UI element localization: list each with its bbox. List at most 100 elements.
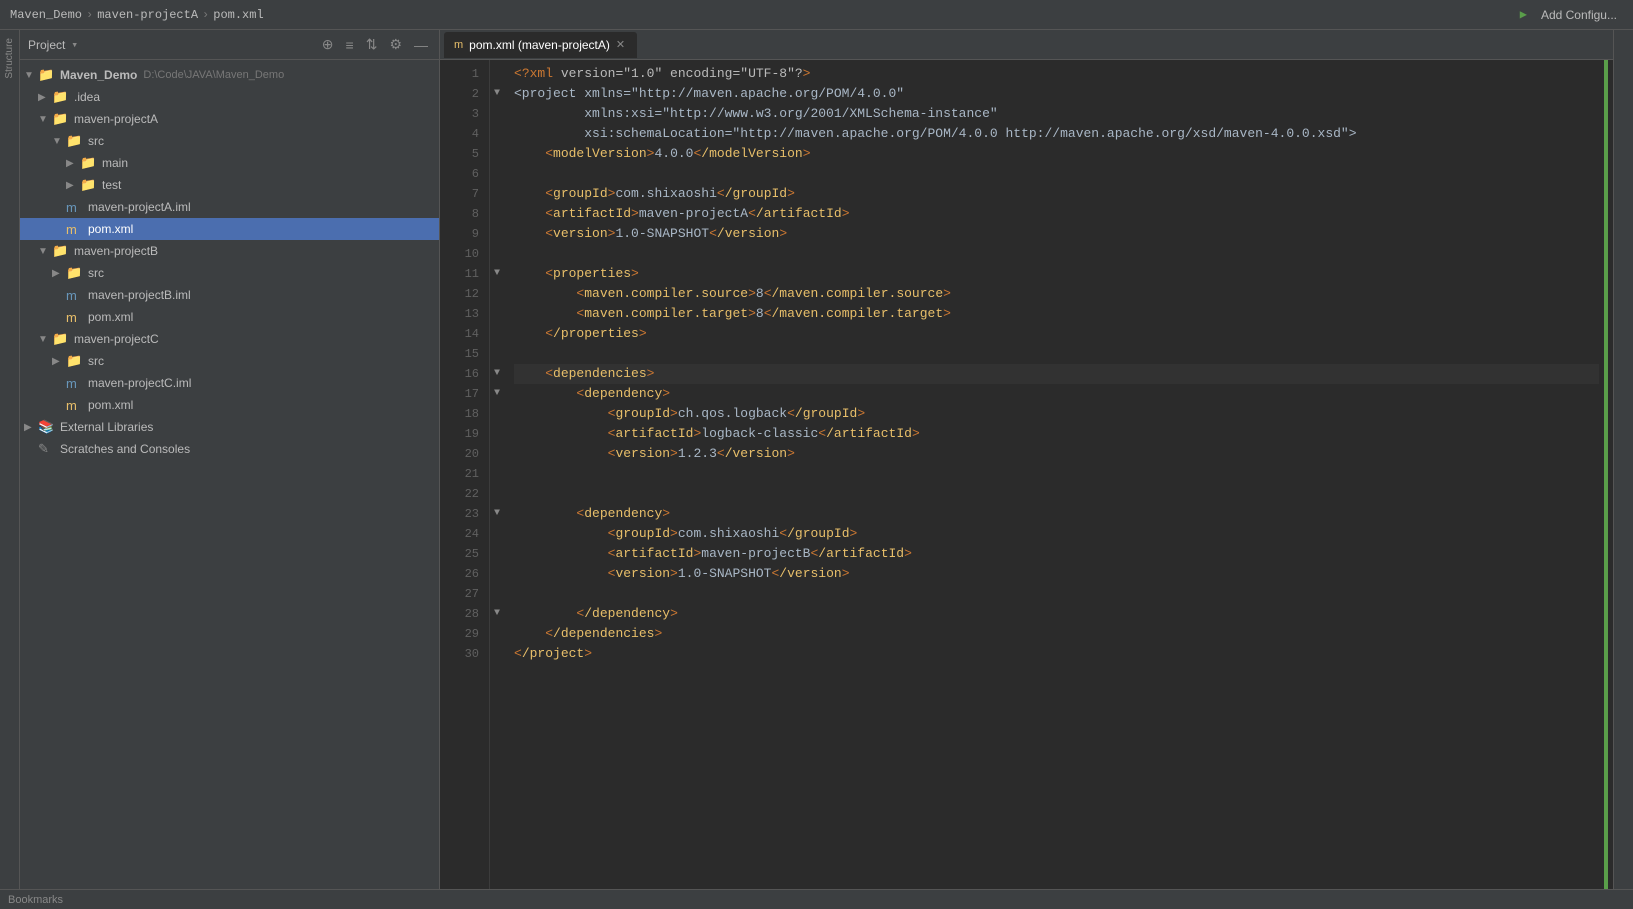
fold-icon (490, 484, 504, 504)
src-c-label: src (88, 354, 104, 368)
fold-icon[interactable]: ▼ (490, 84, 504, 104)
editor-content: 1234567891011121314151617181920212223242… (440, 60, 1613, 889)
fold-icon[interactable]: ▼ (490, 384, 504, 404)
breadcrumb-item-2[interactable]: maven-projectA (97, 8, 198, 22)
line-number: 3 (440, 104, 479, 124)
tree-item-src-b[interactable]: ▶ 📁 src (20, 262, 439, 284)
panel-list-btn[interactable]: ≡ (343, 37, 357, 53)
iml-c-label: maven-projectC.iml (88, 376, 191, 390)
arrow-maven-projectC: ▼ (38, 334, 52, 345)
panel-crosshair-btn[interactable]: ⊕ (319, 36, 337, 53)
tab-icon: m (454, 39, 463, 51)
external-libs-label: External Libraries (60, 420, 153, 434)
tree-item-main[interactable]: ▶ 📁 main (20, 152, 439, 174)
title-bar: Maven_Demo › maven-projectA › pom.xml ▶ … (0, 0, 1633, 30)
fold-icon[interactable]: ▼ (490, 364, 504, 384)
line-number: 9 (440, 224, 479, 244)
external-libs-icon: 📚 (38, 419, 56, 435)
code-line: <maven.compiler.target>8</maven.compiler… (514, 304, 1599, 324)
code-line: <artifactId>maven-projectB</artifactId> (514, 544, 1599, 564)
breadcrumb-sep-1: › (86, 8, 93, 22)
idea-label: .idea (74, 90, 100, 104)
line-number: 4 (440, 124, 479, 144)
panel-settings-btn[interactable]: ⚙ (386, 36, 405, 53)
tab-pom-xml[interactable]: m pom.xml (maven-projectA) ✕ (444, 32, 637, 58)
fold-icon (490, 144, 504, 164)
scratches-icon: ✎ (38, 441, 56, 457)
breadcrumb-item-1[interactable]: Maven_Demo (10, 8, 82, 22)
file-icon-pom-b: m (66, 310, 84, 325)
folder-icon-maven-projectC: 📁 (52, 331, 70, 347)
fold-icon (490, 644, 504, 664)
pom-a-label: pom.xml (88, 222, 133, 236)
fold-icon (490, 184, 504, 204)
arrow-idea: ▶ (38, 92, 52, 103)
tree-item-external-libs[interactable]: ▶ 📚 External Libraries (20, 416, 439, 438)
tree-item-iml-c[interactable]: m maven-projectC.iml (20, 372, 439, 394)
line-number: 27 (440, 584, 479, 604)
file-icon-iml-b: m (66, 288, 84, 303)
maven-projectB-label: maven-projectB (74, 244, 158, 258)
folder-icon-src-b: 📁 (66, 265, 84, 281)
tree-item-scratches[interactable]: ✎ Scratches and Consoles (20, 438, 439, 460)
line-number: 18 (440, 404, 479, 424)
tree-item-pom-c[interactable]: m pom.xml (20, 394, 439, 416)
tree-item-maven-projectA[interactable]: ▼ 📁 maven-projectA (20, 108, 439, 130)
main-layout: Structure Project ▾ ⊕ ≡ ⇅ ⚙ — ▼ 📁 Maven_… (0, 30, 1633, 889)
bookmarks-label[interactable]: Bookmarks (8, 894, 63, 906)
fold-gutter: ▼▼▼▼▼▼ (490, 60, 504, 889)
code-line: <properties> (514, 264, 1599, 284)
code-line: <version>1.2.3</version> (514, 444, 1599, 464)
arrow-src-c: ▶ (52, 356, 66, 367)
tree-item-src-c[interactable]: ▶ 📁 src (20, 350, 439, 372)
pom-b-label: pom.xml (88, 310, 133, 324)
tree-container[interactable]: ▼ 📁 Maven_Demo D:\Code\JAVA\Maven_Demo ▶… (20, 60, 439, 889)
code-line: <version>1.0-SNAPSHOT</version> (514, 224, 1599, 244)
tree-item-src-a[interactable]: ▼ 📁 src (20, 130, 439, 152)
tree-item-maven-projectB[interactable]: ▼ 📁 maven-projectB (20, 240, 439, 262)
code-line: xmlns:xsi="http://www.w3.org/2001/XMLSch… (514, 104, 1599, 124)
tree-item-pom-a[interactable]: m pom.xml (20, 218, 439, 240)
folder-icon-maven-projectB: 📁 (52, 243, 70, 259)
fold-icon (490, 124, 504, 144)
tree-item-iml-b[interactable]: m maven-projectB.iml (20, 284, 439, 306)
code-line (514, 344, 1599, 364)
code-line: <groupId>ch.qos.logback</groupId> (514, 404, 1599, 424)
panel-dropdown-arrow[interactable]: ▾ (71, 38, 78, 52)
tab-label: pom.xml (maven-projectA) (469, 38, 610, 52)
fold-icon[interactable]: ▼ (490, 264, 504, 284)
tree-item-test[interactable]: ▶ 📁 test (20, 174, 439, 196)
line-number: 15 (440, 344, 479, 364)
fold-icon (490, 164, 504, 184)
tree-item-pom-b[interactable]: m pom.xml (20, 306, 439, 328)
structure-tab[interactable]: Structure (0, 34, 19, 83)
maven-projectC-label: maven-projectC (74, 332, 159, 346)
code-area[interactable]: <?xml version="1.0" encoding="UTF-8"?><p… (504, 60, 1599, 889)
code-line: <artifactId>logback-classic</artifactId> (514, 424, 1599, 444)
tree-item-maven-demo[interactable]: ▼ 📁 Maven_Demo D:\Code\JAVA\Maven_Demo (20, 64, 439, 86)
fold-icon (490, 584, 504, 604)
tab-close-btn[interactable]: ✕ (616, 38, 625, 51)
file-icon-pom-a: m (66, 222, 84, 237)
fold-icon (490, 204, 504, 224)
line-number: 17 (440, 384, 479, 404)
tree-item-iml-a[interactable]: m maven-projectA.iml (20, 196, 439, 218)
fold-icon (490, 304, 504, 324)
line-number: 7 (440, 184, 479, 204)
line-number: 25 (440, 544, 479, 564)
tree-item-idea[interactable]: ▶ 📁 .idea (20, 86, 439, 108)
line-number: 21 (440, 464, 479, 484)
code-line (514, 484, 1599, 504)
fold-icon (490, 624, 504, 644)
line-number: 6 (440, 164, 479, 184)
code-line: <modelVersion>4.0.0</modelVersion> (514, 144, 1599, 164)
maven-demo-path: D:\Code\JAVA\Maven_Demo (143, 69, 284, 81)
project-panel: Project ▾ ⊕ ≡ ⇅ ⚙ — ▼ 📁 Maven_Demo D:\Co… (20, 30, 440, 889)
fold-icon[interactable]: ▼ (490, 604, 504, 624)
tree-item-maven-projectC[interactable]: ▼ 📁 maven-projectC (20, 328, 439, 350)
add-config-button[interactable]: Add Configu... (1535, 6, 1623, 24)
file-icon-iml-a: m (66, 200, 84, 215)
panel-sort-btn[interactable]: ⇅ (363, 36, 381, 53)
panel-collapse-btn[interactable]: — (411, 37, 431, 53)
fold-icon[interactable]: ▼ (490, 504, 504, 524)
